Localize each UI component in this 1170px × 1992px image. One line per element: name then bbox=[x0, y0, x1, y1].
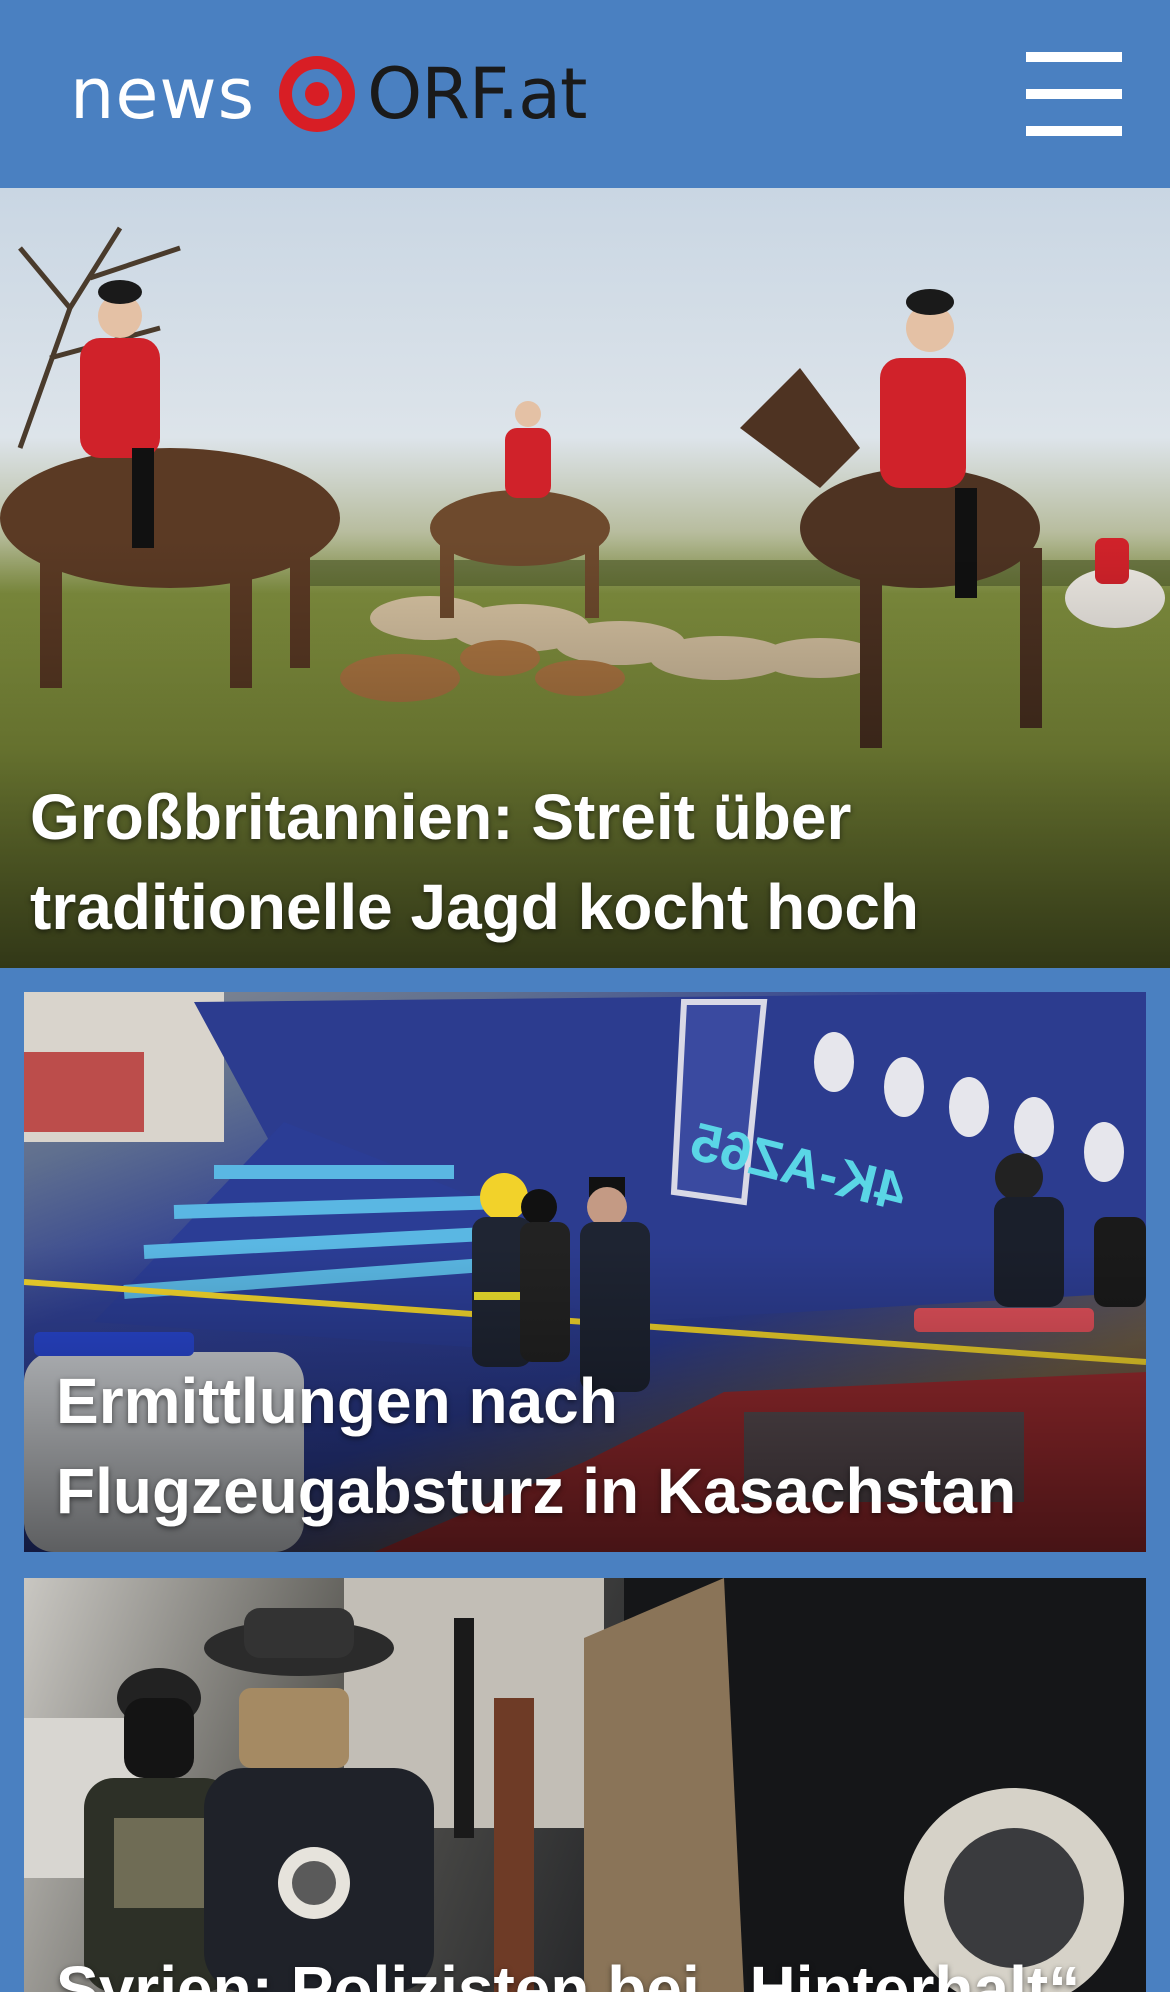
site-header: news ORF.at bbox=[0, 0, 1170, 188]
logo-orf-text: ORF.at bbox=[367, 53, 587, 135]
story-headline[interactable]: Großbritannien: Streit über traditionell… bbox=[30, 772, 1140, 952]
story-headline[interactable]: Syrien: Polizisten bei „Hinterhalt“ bbox=[56, 1944, 1126, 1992]
story-headline[interactable]: Ermittlungen nach Flugzeugabsturz in Kas… bbox=[56, 1356, 1126, 1536]
hamburger-menu-icon[interactable] bbox=[1026, 52, 1122, 136]
logo-news-text: news bbox=[70, 53, 256, 135]
story-card-plane-crash[interactable]: 4K-AZ65 Ermittlungen nach Flugzeugabstur… bbox=[24, 992, 1146, 1552]
orf-target-icon bbox=[279, 56, 356, 132]
story-card-syria-police[interactable]: Syrien: Polizisten bei „Hinterhalt“ bbox=[24, 1578, 1146, 1992]
story-card-fox-hunt[interactable]: Großbritannien: Streit über traditionell… bbox=[0, 188, 1170, 968]
syria-police-photo bbox=[24, 1578, 1146, 1992]
news-orf-logo[interactable]: news ORF.at bbox=[70, 48, 588, 140]
